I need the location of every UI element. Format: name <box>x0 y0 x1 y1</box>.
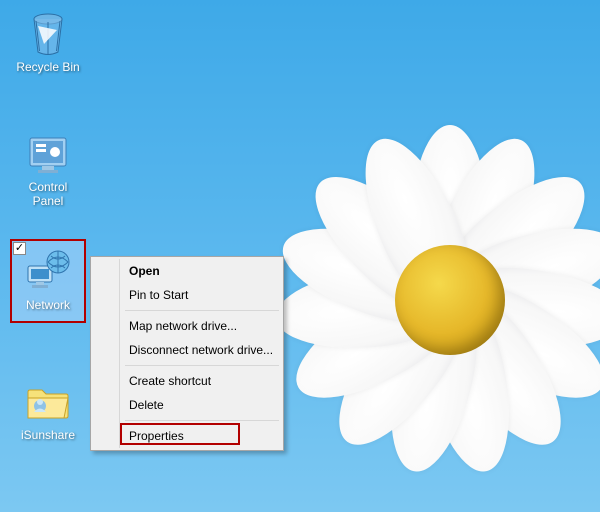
desktop-icon-network[interactable]: Network <box>10 248 86 312</box>
menu-item-properties[interactable]: Properties <box>93 424 281 448</box>
desktop-icon-label: Control Panel <box>10 180 86 208</box>
desktop-icon-control-panel[interactable]: Control Panel <box>10 130 86 208</box>
menu-item-disconnect-network-drive[interactable]: Disconnect network drive... <box>93 338 281 362</box>
menu-item-delete[interactable]: Delete <box>93 393 281 417</box>
desktop-icon-label: Recycle Bin <box>10 60 86 74</box>
desktop-icon-recycle-bin[interactable]: Recycle Bin <box>10 10 86 74</box>
menu-item-pin-to-start[interactable]: Pin to Start <box>93 283 281 307</box>
menu-separator <box>125 420 279 421</box>
desktop-icon-label: Network <box>10 298 86 312</box>
control-panel-icon <box>24 130 72 178</box>
menu-item-open[interactable]: Open <box>93 259 281 283</box>
network-icon <box>24 248 72 296</box>
folder-icon <box>24 378 72 426</box>
context-menu: Open Pin to Start Map network drive... D… <box>90 256 284 451</box>
desktop-icon-isunshare[interactable]: iSunshare <box>10 378 86 442</box>
menu-item-map-network-drive[interactable]: Map network drive... <box>93 314 281 338</box>
menu-separator <box>125 365 279 366</box>
recycle-bin-icon <box>24 10 72 58</box>
menu-item-create-shortcut[interactable]: Create shortcut <box>93 369 281 393</box>
desktop-icon-label: iSunshare <box>10 428 86 442</box>
menu-separator <box>125 310 279 311</box>
wallpaper-flower <box>260 110 600 490</box>
